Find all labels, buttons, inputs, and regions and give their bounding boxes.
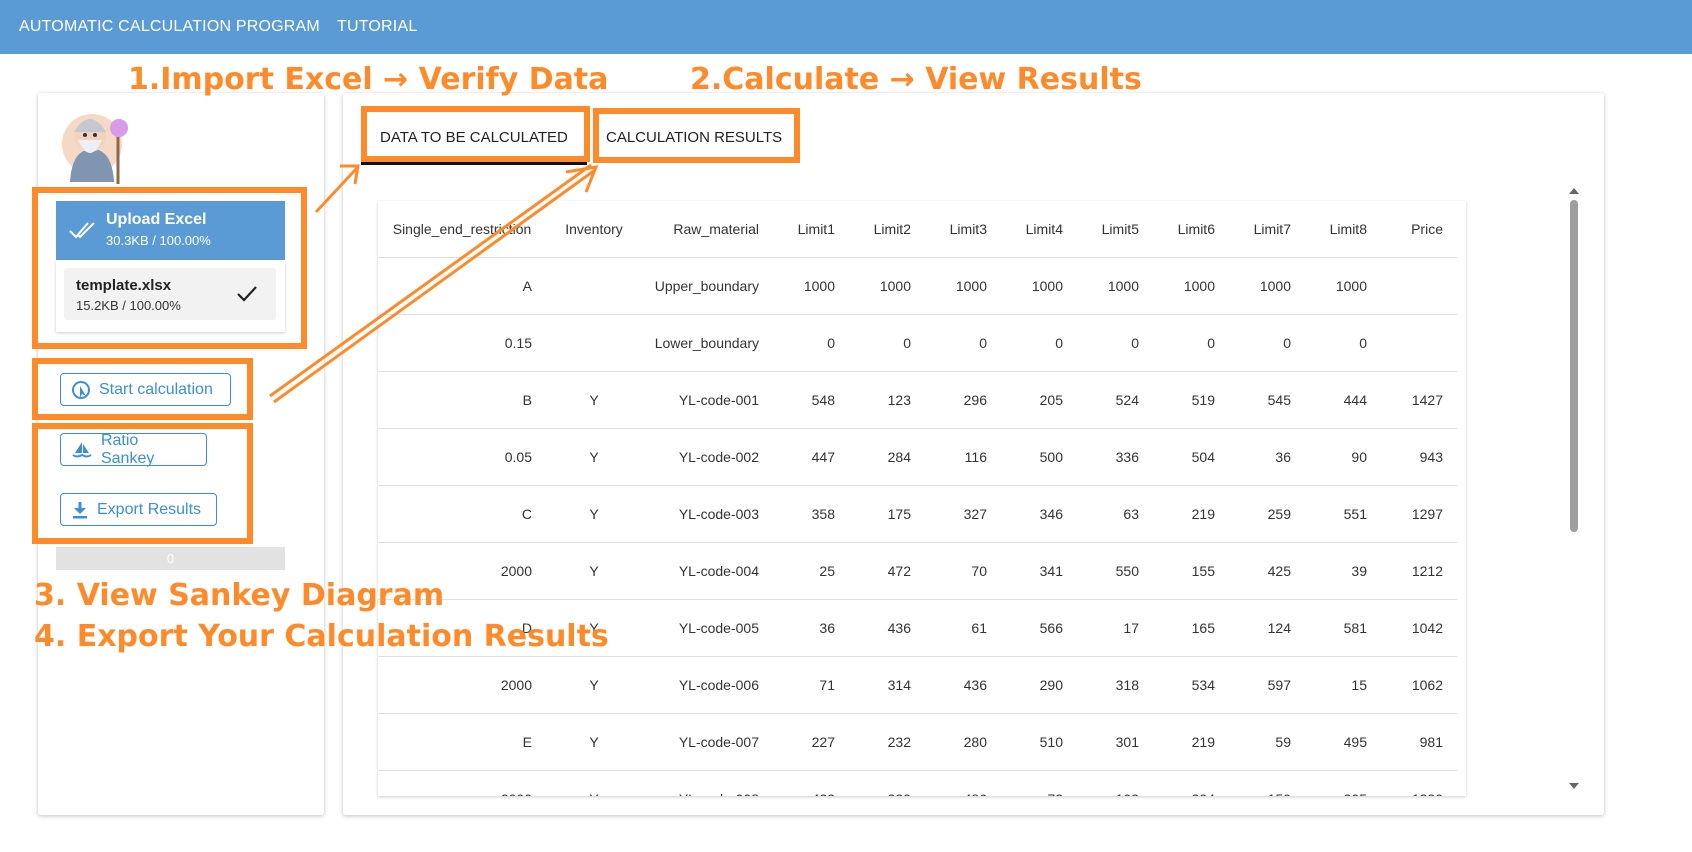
- annotation-step3: 3. View Sankey Diagram: [34, 578, 445, 613]
- annotation-step1: 1.Import Excel → Verify Data: [128, 62, 609, 97]
- annotation-arrows: [269, 163, 599, 404]
- annotation-step2: 2.Calculate → View Results: [690, 62, 1142, 97]
- annotation-step4: 4. Export Your Calculation Results: [34, 619, 609, 654]
